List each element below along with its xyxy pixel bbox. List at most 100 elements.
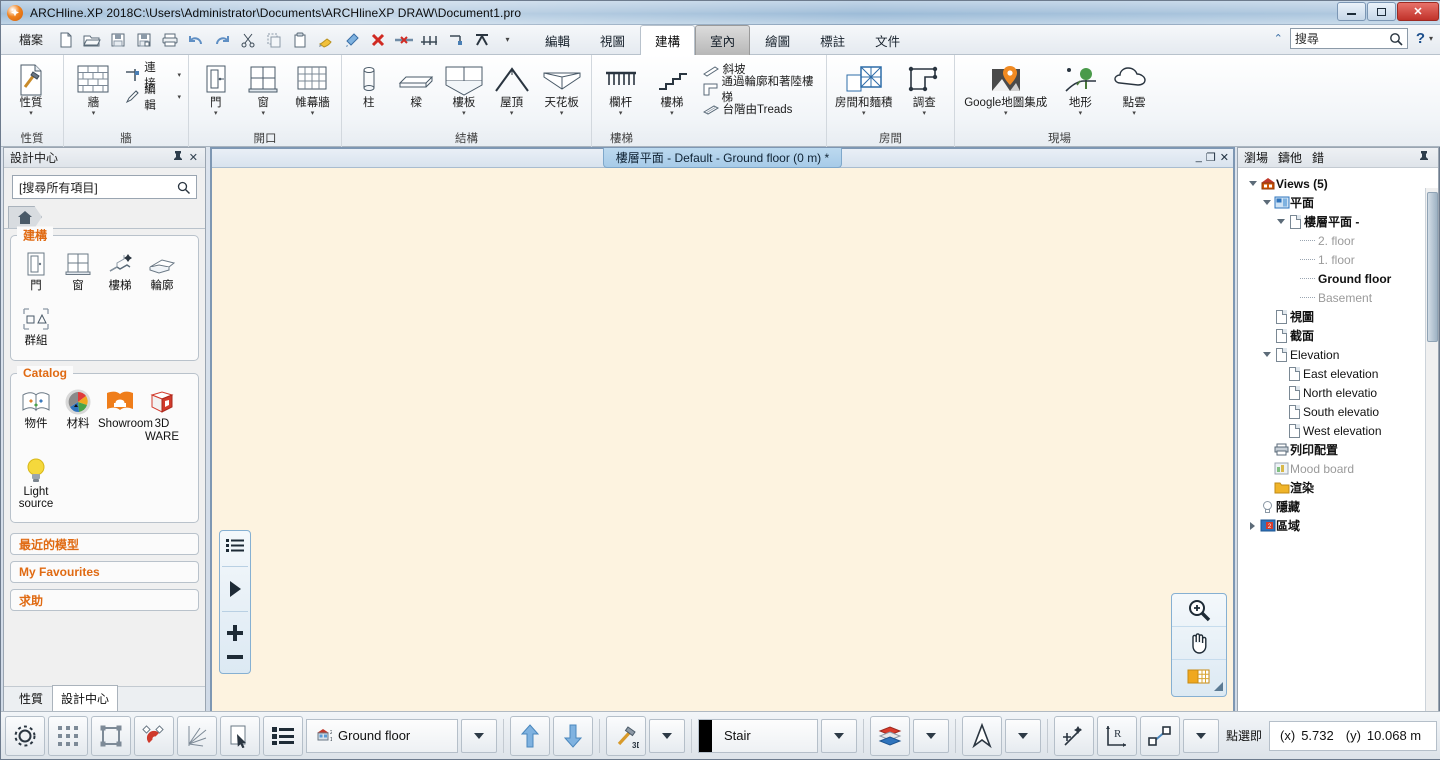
wall-edit-button[interactable]: 編輯 ▾ bbox=[121, 86, 184, 108]
new-icon[interactable] bbox=[53, 27, 78, 52]
room-area-caret-icon[interactable]: ▾ bbox=[862, 110, 866, 117]
railing-button[interactable]: 欄杆 ▾ bbox=[596, 58, 645, 118]
pin-icon[interactable] bbox=[170, 150, 186, 165]
play-icon[interactable] bbox=[228, 580, 242, 598]
collapse-ribbon-icon[interactable]: ⌃ bbox=[1271, 32, 1286, 45]
design-center-section-catalog-label[interactable]: Catalog bbox=[17, 366, 73, 380]
ceiling-button[interactable]: 天花板 ▾ bbox=[536, 58, 587, 118]
tree-node-hidden[interactable]: 隱藏 bbox=[1242, 497, 1438, 516]
tree-scrollbar[interactable] bbox=[1425, 188, 1438, 712]
roof-button[interactable]: 屋頂 ▾ bbox=[489, 58, 534, 118]
plus-icon[interactable] bbox=[227, 625, 243, 641]
document-restore-button[interactable]: ❐ bbox=[1206, 151, 1216, 164]
design-center-section-favourites[interactable]: My Favourites bbox=[10, 561, 199, 583]
hammer-3d-dropdown[interactable] bbox=[649, 719, 685, 753]
google-maps-caret-icon[interactable]: ▾ bbox=[1004, 110, 1008, 117]
twisty-right-icon[interactable] bbox=[1246, 522, 1259, 530]
help-button[interactable]: ? bbox=[1412, 30, 1425, 47]
design-center-section-help[interactable]: 求助 bbox=[10, 589, 199, 611]
stairs-button[interactable]: 樓梯 ▾ bbox=[647, 58, 696, 118]
tree-node-zones[interactable]: 2 區域 bbox=[1242, 516, 1438, 535]
window-button[interactable]: 窗 ▾ bbox=[241, 58, 287, 118]
layer-combo[interactable]: Stair bbox=[698, 719, 818, 753]
tree-node-render[interactable]: 渲染 bbox=[1242, 478, 1438, 497]
resize-grip-icon[interactable] bbox=[1214, 682, 1223, 691]
tree-node-elevation[interactable]: Elevation bbox=[1242, 345, 1438, 364]
snap-point-button[interactable] bbox=[1054, 716, 1094, 756]
design-center-section-recent[interactable]: 最近的模型 bbox=[10, 533, 199, 555]
bounding-box-button[interactable] bbox=[91, 716, 131, 756]
tree-node-east-elevation[interactable]: East elevation bbox=[1242, 364, 1438, 383]
rays-button[interactable] bbox=[177, 716, 217, 756]
zoom-in-button[interactable] bbox=[1172, 594, 1226, 627]
railing-caret-icon[interactable]: ▾ bbox=[619, 110, 623, 117]
tab-build[interactable]: 建構 bbox=[640, 25, 695, 56]
close-icon[interactable]: ✕ bbox=[186, 151, 201, 164]
wall-caret-icon[interactable]: ▾ bbox=[92, 110, 96, 117]
wall-connect-caret-icon[interactable]: ▾ bbox=[177, 71, 181, 79]
layers-button[interactable] bbox=[870, 716, 910, 756]
snap-magnet-button[interactable] bbox=[134, 716, 174, 756]
twisty-down-icon[interactable] bbox=[1274, 219, 1287, 224]
cut-icon[interactable] bbox=[235, 27, 260, 52]
tile-profile[interactable]: 輪廓 bbox=[141, 248, 183, 293]
menu-file[interactable]: 檔案 bbox=[1, 31, 53, 48]
profile-landing-stairs-button[interactable]: 通過輪廓和著陸樓梯 bbox=[699, 78, 822, 100]
drawing-canvas[interactable] bbox=[212, 168, 1233, 711]
twisty-down-icon[interactable] bbox=[1260, 200, 1273, 205]
list-button[interactable] bbox=[263, 716, 303, 756]
minus-icon[interactable] bbox=[227, 654, 243, 660]
delete-icon[interactable] bbox=[365, 27, 390, 52]
tree-node-ground-floor[interactable]: Ground floor bbox=[1242, 269, 1438, 288]
open-icon[interactable] bbox=[79, 27, 104, 52]
level-icon[interactable] bbox=[443, 27, 468, 52]
slab-caret-icon[interactable]: ▾ bbox=[462, 110, 466, 117]
tab-document[interactable]: 文件 bbox=[860, 25, 915, 56]
navigator-tab-0[interactable]: 瀏場 bbox=[1244, 149, 1268, 166]
grid-dots-button[interactable] bbox=[48, 716, 88, 756]
help-caret-icon[interactable]: ▾ bbox=[1429, 34, 1433, 43]
room-area-button[interactable]: 房間和麵積 ▾ bbox=[831, 58, 896, 118]
tile-group[interactable]: 群組 bbox=[15, 303, 57, 348]
tree-node-section[interactable]: 截面 bbox=[1242, 326, 1438, 345]
tree-node-print-layout[interactable]: 列印配置 bbox=[1242, 440, 1438, 459]
dimension-delete-icon[interactable] bbox=[391, 27, 416, 52]
panel-tab-design-center[interactable]: 設計中心 bbox=[52, 685, 118, 712]
maximize-button[interactable] bbox=[1367, 2, 1396, 21]
paste-icon[interactable] bbox=[287, 27, 312, 52]
line-dimension-button[interactable] bbox=[1140, 716, 1180, 756]
radius-button[interactable]: R bbox=[1097, 716, 1137, 756]
slab-button[interactable]: 樓板 ▾ bbox=[441, 58, 487, 118]
copy-icon[interactable] bbox=[261, 27, 286, 52]
design-center-search-input[interactable]: [搜尋所有項目] bbox=[12, 175, 197, 199]
tree-node-floor-2[interactable]: 2. floor bbox=[1242, 231, 1438, 250]
document-close-button[interactable]: ✕ bbox=[1220, 151, 1229, 164]
line-dimension-dropdown[interactable] bbox=[1183, 719, 1219, 753]
navigator-tab-1[interactable]: 鑄他 bbox=[1278, 149, 1302, 166]
undo-icon[interactable] bbox=[183, 27, 208, 52]
print-icon[interactable] bbox=[157, 27, 182, 52]
point-cloud-button[interactable]: 點雲 ▾ bbox=[1108, 58, 1160, 118]
ceiling-caret-icon[interactable]: ▾ bbox=[560, 110, 564, 117]
terrain-button[interactable]: 地形 ▾ bbox=[1055, 58, 1107, 118]
tab-view[interactable]: 視圖 bbox=[585, 25, 640, 56]
point-cloud-caret-icon[interactable]: ▾ bbox=[1132, 110, 1136, 117]
document-minimize-button[interactable]: _ bbox=[1196, 151, 1202, 164]
tree-node-views[interactable]: Views (5) bbox=[1242, 174, 1438, 193]
text-icon[interactable] bbox=[469, 27, 494, 52]
save-as-icon[interactable] bbox=[131, 27, 156, 52]
pin-icon[interactable] bbox=[1416, 150, 1432, 165]
tree-node-floor-plan[interactable]: 樓層平面 - bbox=[1242, 212, 1438, 231]
survey-button[interactable]: 調查 ▾ bbox=[898, 58, 950, 118]
home-icon[interactable] bbox=[8, 206, 42, 228]
compass-button[interactable] bbox=[962, 716, 1002, 756]
tree-node-mood-board[interactable]: Mood board bbox=[1242, 459, 1438, 478]
design-center-section-build-label[interactable]: 建構 bbox=[17, 227, 53, 244]
column-button[interactable]: 柱 bbox=[346, 58, 391, 111]
roof-caret-icon[interactable]: ▾ bbox=[510, 110, 514, 117]
window-caret-icon[interactable]: ▾ bbox=[261, 110, 265, 117]
floor-combo-dropdown[interactable] bbox=[461, 719, 497, 753]
door-caret-icon[interactable]: ▾ bbox=[214, 110, 218, 117]
tree-node-basement[interactable]: Basement bbox=[1242, 288, 1438, 307]
tree-node-south-elevation[interactable]: South elevatio bbox=[1242, 402, 1438, 421]
